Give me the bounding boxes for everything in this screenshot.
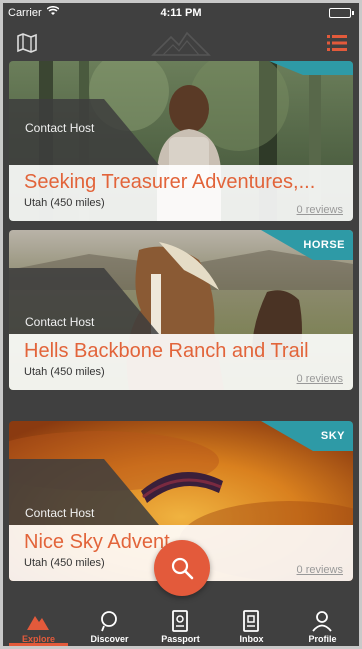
clock: 4:11 PM (160, 7, 202, 19)
listing-title[interactable]: Hells Backbone Ranch and Trail (24, 340, 309, 363)
search-button[interactable] (154, 540, 210, 596)
reviews-link[interactable]: 0 reviews (297, 373, 343, 385)
tab-label: Discover (90, 634, 129, 644)
listing-location: Utah (450 miles) (24, 557, 105, 569)
category-tag-label: HORSE (303, 239, 345, 251)
category-tag (243, 61, 353, 91)
listing-title[interactable]: Nice Sky Advent (24, 531, 170, 554)
battery-icon (329, 8, 354, 18)
tab-discover[interactable]: Discover (74, 606, 145, 646)
tab-label: Inbox (239, 634, 264, 644)
status-bar: Carrier 4:11 PM (3, 3, 359, 23)
card-info-panel: Hells Backbone Ranch and Trail Utah (450… (9, 334, 353, 390)
mountain-icon (26, 610, 50, 632)
category-tag: SKY (243, 421, 353, 461)
listing-location: Utah (450 miles) (24, 366, 105, 378)
app-screen: Carrier 4:11 PM Contact Host Seeking Tre… (3, 3, 359, 646)
inbox-icon (239, 610, 263, 632)
card-info-panel: Seeking Treasurer Adventures,... Utah (4… (9, 165, 353, 221)
listing-location: Utah (450 miles) (24, 197, 105, 209)
app-logo (149, 29, 213, 59)
category-tag-label: SKY (320, 430, 345, 442)
top-nav-bar (3, 23, 359, 63)
listing-card[interactable]: Contact Host Seeking Treasurer Adventure… (9, 61, 353, 221)
category-tag: HORSE (243, 230, 353, 270)
compass-icon (97, 610, 121, 632)
listing-card[interactable]: Contact Host HORSE Hells Backbone Ranch … (9, 230, 353, 390)
listing-title[interactable]: Seeking Treasurer Adventures,... (24, 171, 315, 194)
contact-host-link[interactable]: Contact Host (25, 315, 94, 329)
tab-profile[interactable]: Profile (287, 606, 358, 646)
tab-label: Explore (21, 634, 55, 644)
tab-label: Profile (308, 634, 337, 644)
reviews-link[interactable]: 0 reviews (297, 204, 343, 216)
reviews-link[interactable]: 0 reviews (297, 564, 343, 576)
tab-inbox[interactable]: Inbox (216, 606, 287, 646)
tab-explore[interactable]: Explore (3, 606, 74, 646)
list-menu-icon[interactable] (325, 32, 349, 54)
profile-icon (310, 610, 334, 632)
search-icon (171, 557, 194, 580)
contact-host-link[interactable]: Contact Host (25, 506, 94, 520)
tab-passport[interactable]: Passport (145, 606, 216, 646)
map-icon[interactable] (15, 31, 39, 55)
contact-host-link[interactable]: Contact Host (25, 121, 94, 135)
tab-label: Passport (161, 634, 200, 644)
passport-icon (168, 610, 192, 632)
bottom-tab-bar: Explore Discover Passport Inbox Profile (3, 606, 359, 646)
